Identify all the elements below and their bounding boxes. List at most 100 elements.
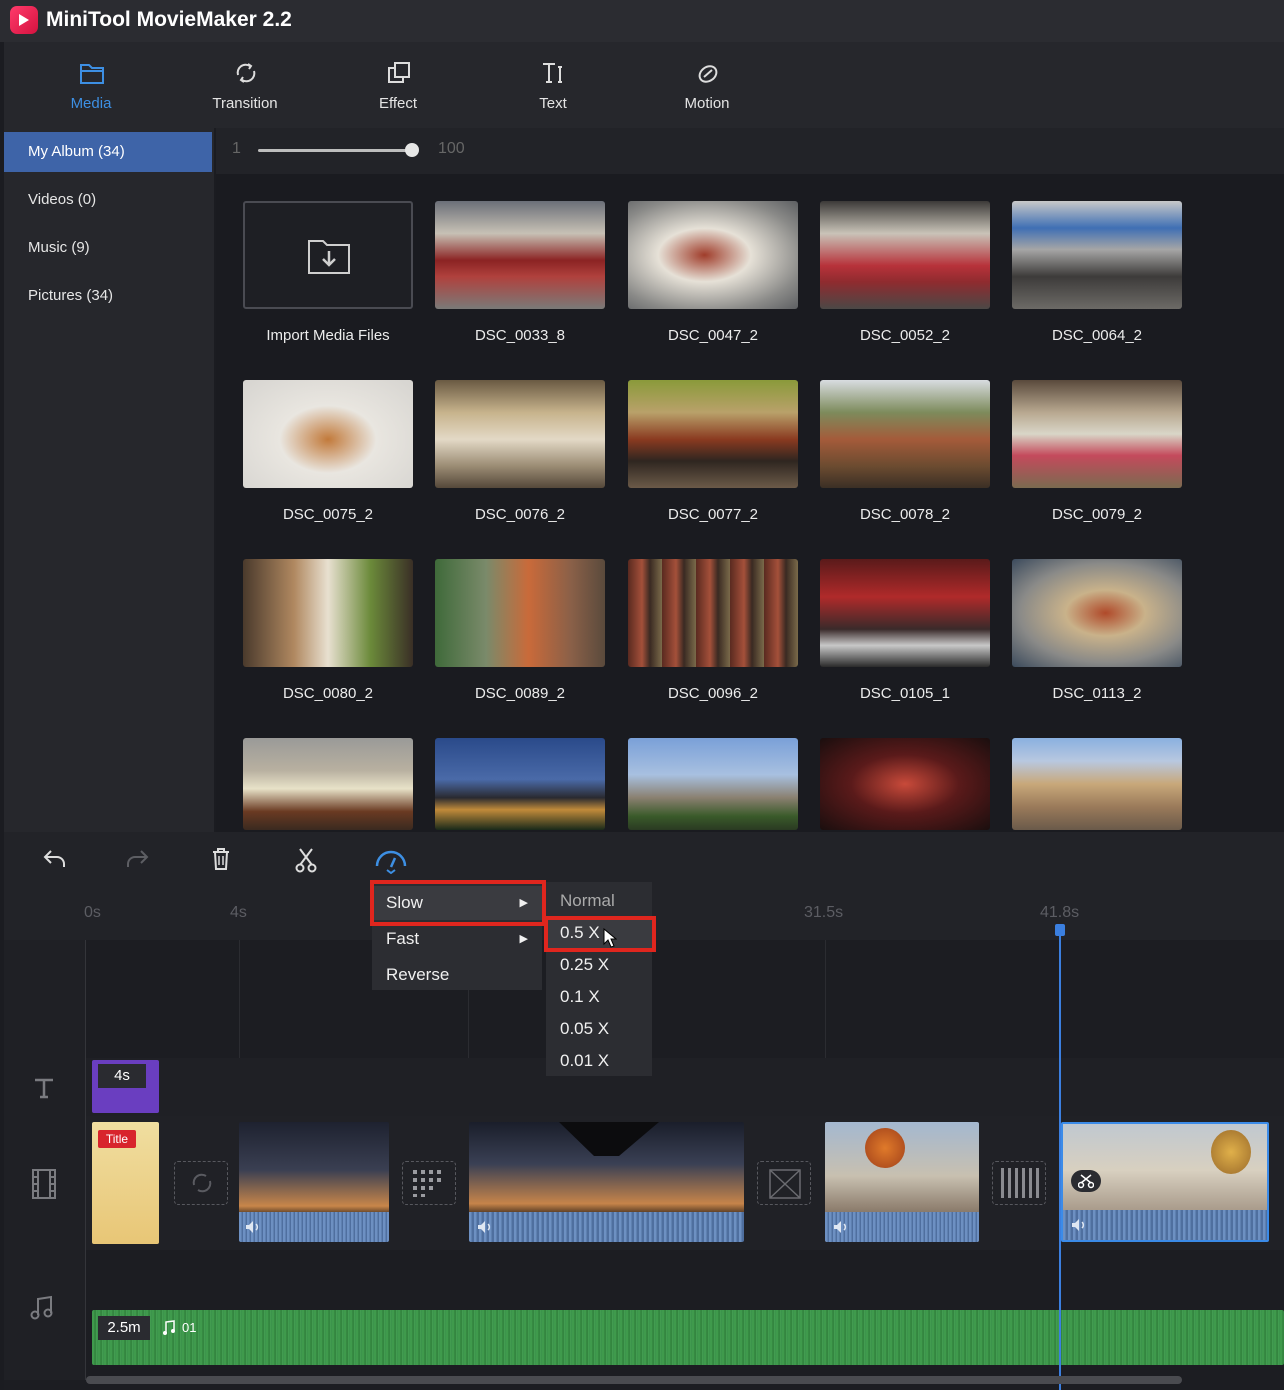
tab-motion-label: Motion <box>684 95 730 112</box>
zoom-slider-track[interactable] <box>258 149 412 152</box>
cross-transition-icon <box>769 1169 801 1199</box>
media-thumbnail <box>243 738 413 830</box>
speed-option-0-05x[interactable]: 0.05 X <box>546 1014 652 1044</box>
speed-icon[interactable] <box>372 846 410 874</box>
album-label: Pictures <box>28 287 83 304</box>
delete-icon[interactable] <box>210 847 232 871</box>
video-clip[interactable] <box>239 1122 389 1242</box>
title-card-clip[interactable]: Title <box>92 1122 159 1244</box>
menu-item-fast[interactable]: Fast ▶ <box>372 922 542 956</box>
music-note-icon <box>163 1320 175 1335</box>
playhead[interactable] <box>1059 926 1061 1390</box>
album-count: (34) <box>86 287 114 304</box>
audio-waveform <box>825 1212 979 1242</box>
slow-submenu: Normal 0.5 X 0.25 X 0.1 X 0.05 X 0.01 X <box>546 882 652 1076</box>
split-marker-button[interactable] <box>1071 1170 1101 1192</box>
title-text-clip[interactable]: 4s <box>92 1060 159 1113</box>
media-thumbnail <box>1012 201 1182 309</box>
media-label: DSC_0105_1 <box>859 685 951 702</box>
media-label: DSC_0076_2 <box>474 506 566 523</box>
video-clip[interactable] <box>825 1122 979 1242</box>
balloon-shape <box>1211 1130 1251 1174</box>
selected-video-clip[interactable] <box>1061 1122 1269 1242</box>
media-thumbnail <box>243 559 413 667</box>
album-item-videos[interactable]: Videos (0) <box>4 180 212 220</box>
media-label: DSC_0033_8 <box>474 327 566 344</box>
transition-slot[interactable] <box>174 1161 228 1205</box>
timeline-scrollbar[interactable] <box>86 1376 1182 1384</box>
tab-media[interactable]: Media <box>36 42 146 128</box>
media-thumbnail <box>1012 380 1182 488</box>
media-thumbnail <box>820 559 990 667</box>
undo-icon[interactable] <box>42 848 68 870</box>
album-label: Music <box>28 239 68 256</box>
speed-option-0-1x[interactable]: 0.1 X <box>546 982 652 1012</box>
album-item-pictures[interactable]: Pictures (34) <box>4 276 212 316</box>
tab-motion[interactable]: Motion <box>652 42 762 128</box>
album-count: (0) <box>77 191 97 208</box>
volume-icon[interactable] <box>1071 1218 1087 1232</box>
mouse-cursor-icon <box>603 928 617 948</box>
media-label: DSC_0078_2 <box>859 506 951 523</box>
tab-transition-label: Transition <box>212 95 278 112</box>
media-thumbnail <box>435 738 605 830</box>
music-track-icon <box>30 1295 53 1320</box>
transition-slot[interactable] <box>992 1161 1046 1205</box>
zoom-slider-handle[interactable] <box>405 143 419 157</box>
ruler-tick: 31.5s <box>804 904 844 921</box>
bars-transition-icon <box>1001 1168 1039 1198</box>
submenu-arrow-icon: ▶ <box>519 933 528 945</box>
speed-option-0-25x[interactable]: 0.25 X <box>546 950 652 980</box>
tab-text-label: Text <box>539 95 567 112</box>
media-label: DSC_0077_2 <box>667 506 759 523</box>
album-item-my-album[interactable]: My Album (34) <box>4 132 212 172</box>
tab-text[interactable]: Text <box>498 42 608 128</box>
tab-transition[interactable]: Transition <box>190 42 300 128</box>
media-thumbnail <box>820 738 990 830</box>
album-count: (34) <box>98 143 125 160</box>
transition-slot[interactable] <box>757 1161 811 1205</box>
video-clip[interactable] <box>469 1122 744 1242</box>
transition-icon <box>236 63 256 83</box>
media-thumbnail <box>1012 738 1182 830</box>
title-badge: Title <box>98 1130 136 1148</box>
balloon-shape <box>865 1128 905 1168</box>
volume-icon[interactable] <box>245 1220 261 1234</box>
edit-toolbar <box>4 832 1284 886</box>
music-name: 01 <box>182 1320 197 1335</box>
media-label: DSC_0096_2 <box>667 685 759 702</box>
album-item-music[interactable]: Music (9) <box>4 228 212 268</box>
media-thumbnail <box>435 380 605 488</box>
media-label: DSC_0113_2 <box>1052 685 1142 702</box>
ruler-tick: 41.8s <box>1040 904 1080 921</box>
menu-item-label: Reverse <box>386 965 450 984</box>
import-media-button[interactable] <box>243 201 413 309</box>
app-title: MiniTool MovieMaker 2.2 <box>46 8 292 31</box>
media-label: DSC_0089_2 <box>474 685 566 702</box>
media-label: DSC_0079_2 <box>1051 506 1143 523</box>
zoom-min-label: 1 <box>232 140 241 157</box>
track-headers <box>4 940 86 1380</box>
speed-option-normal[interactable]: Normal <box>546 886 652 916</box>
ruler-tick: 0s <box>84 904 101 921</box>
media-thumbnail <box>435 559 605 667</box>
video-track-icon <box>32 1169 56 1199</box>
tab-effect[interactable]: Effect <box>343 42 453 128</box>
menu-item-reverse[interactable]: Reverse <box>372 958 542 992</box>
media-label: DSC_0080_2 <box>282 685 374 702</box>
transition-placeholder-icon <box>192 1173 212 1193</box>
media-thumbnail <box>1012 559 1182 667</box>
volume-icon[interactable] <box>477 1220 493 1234</box>
speed-option-0-01x[interactable]: 0.01 X <box>546 1046 652 1076</box>
app-logo-icon <box>10 6 38 34</box>
album-panel: My Album (34) Videos (0) Music (9) Pictu… <box>4 128 214 832</box>
volume-icon[interactable] <box>833 1220 849 1234</box>
audio-waveform <box>1063 1210 1267 1240</box>
playhead-handle[interactable] <box>1055 924 1065 936</box>
folder-icon <box>80 64 104 84</box>
redo-icon[interactable] <box>124 848 150 870</box>
transition-slot[interactable] <box>402 1161 456 1205</box>
media-label: DSC_0052_2 <box>859 327 951 344</box>
music-clip[interactable]: 2.5m 01 <box>92 1310 1284 1365</box>
split-scissors-icon[interactable] <box>295 847 317 873</box>
